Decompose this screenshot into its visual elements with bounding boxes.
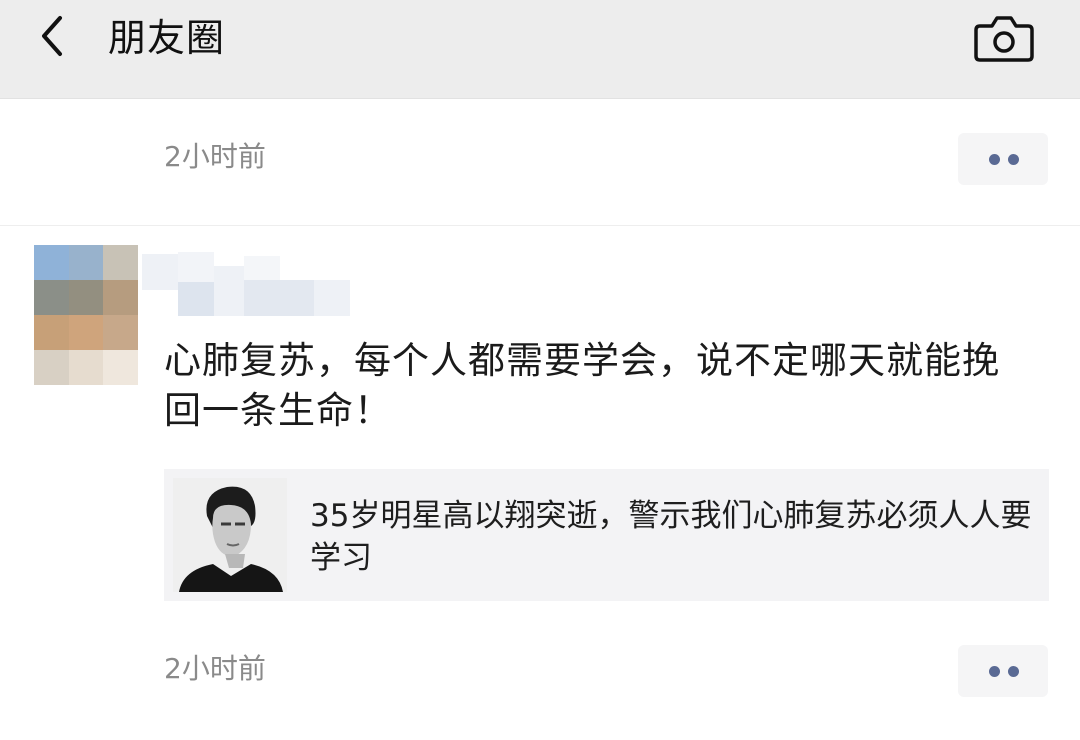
nav-bar: 朋友圈 bbox=[0, 0, 1080, 99]
post-time: 2小时前 bbox=[164, 140, 266, 173]
article-thumbnail bbox=[173, 478, 287, 592]
more-button[interactable] bbox=[958, 133, 1048, 185]
dot-icon bbox=[989, 666, 1000, 677]
dot-icon bbox=[1008, 154, 1019, 165]
more-button[interactable] bbox=[958, 645, 1048, 697]
avatar[interactable] bbox=[34, 245, 138, 385]
post-time: 2小时前 bbox=[164, 652, 266, 685]
post-divider bbox=[0, 225, 1080, 226]
link-title: 35岁明星高以翔突逝，警示我们心肺复苏必须人人要学习 bbox=[310, 498, 1032, 576]
dot-icon bbox=[989, 154, 1000, 165]
dot-icon bbox=[1008, 666, 1019, 677]
link-card[interactable]: 35岁明星高以翔突逝，警示我们心肺复苏必须人人要学习 bbox=[164, 469, 1049, 601]
page-title: 朋友圈 bbox=[108, 16, 226, 60]
camera-icon[interactable] bbox=[972, 10, 1036, 64]
username-blurred[interactable] bbox=[142, 246, 352, 316]
chevron-left-icon[interactable] bbox=[30, 12, 78, 60]
post-text: 心肺复苏，每个人都需要学会，说不定哪天就能挽回一条生命！ bbox=[164, 339, 1000, 432]
